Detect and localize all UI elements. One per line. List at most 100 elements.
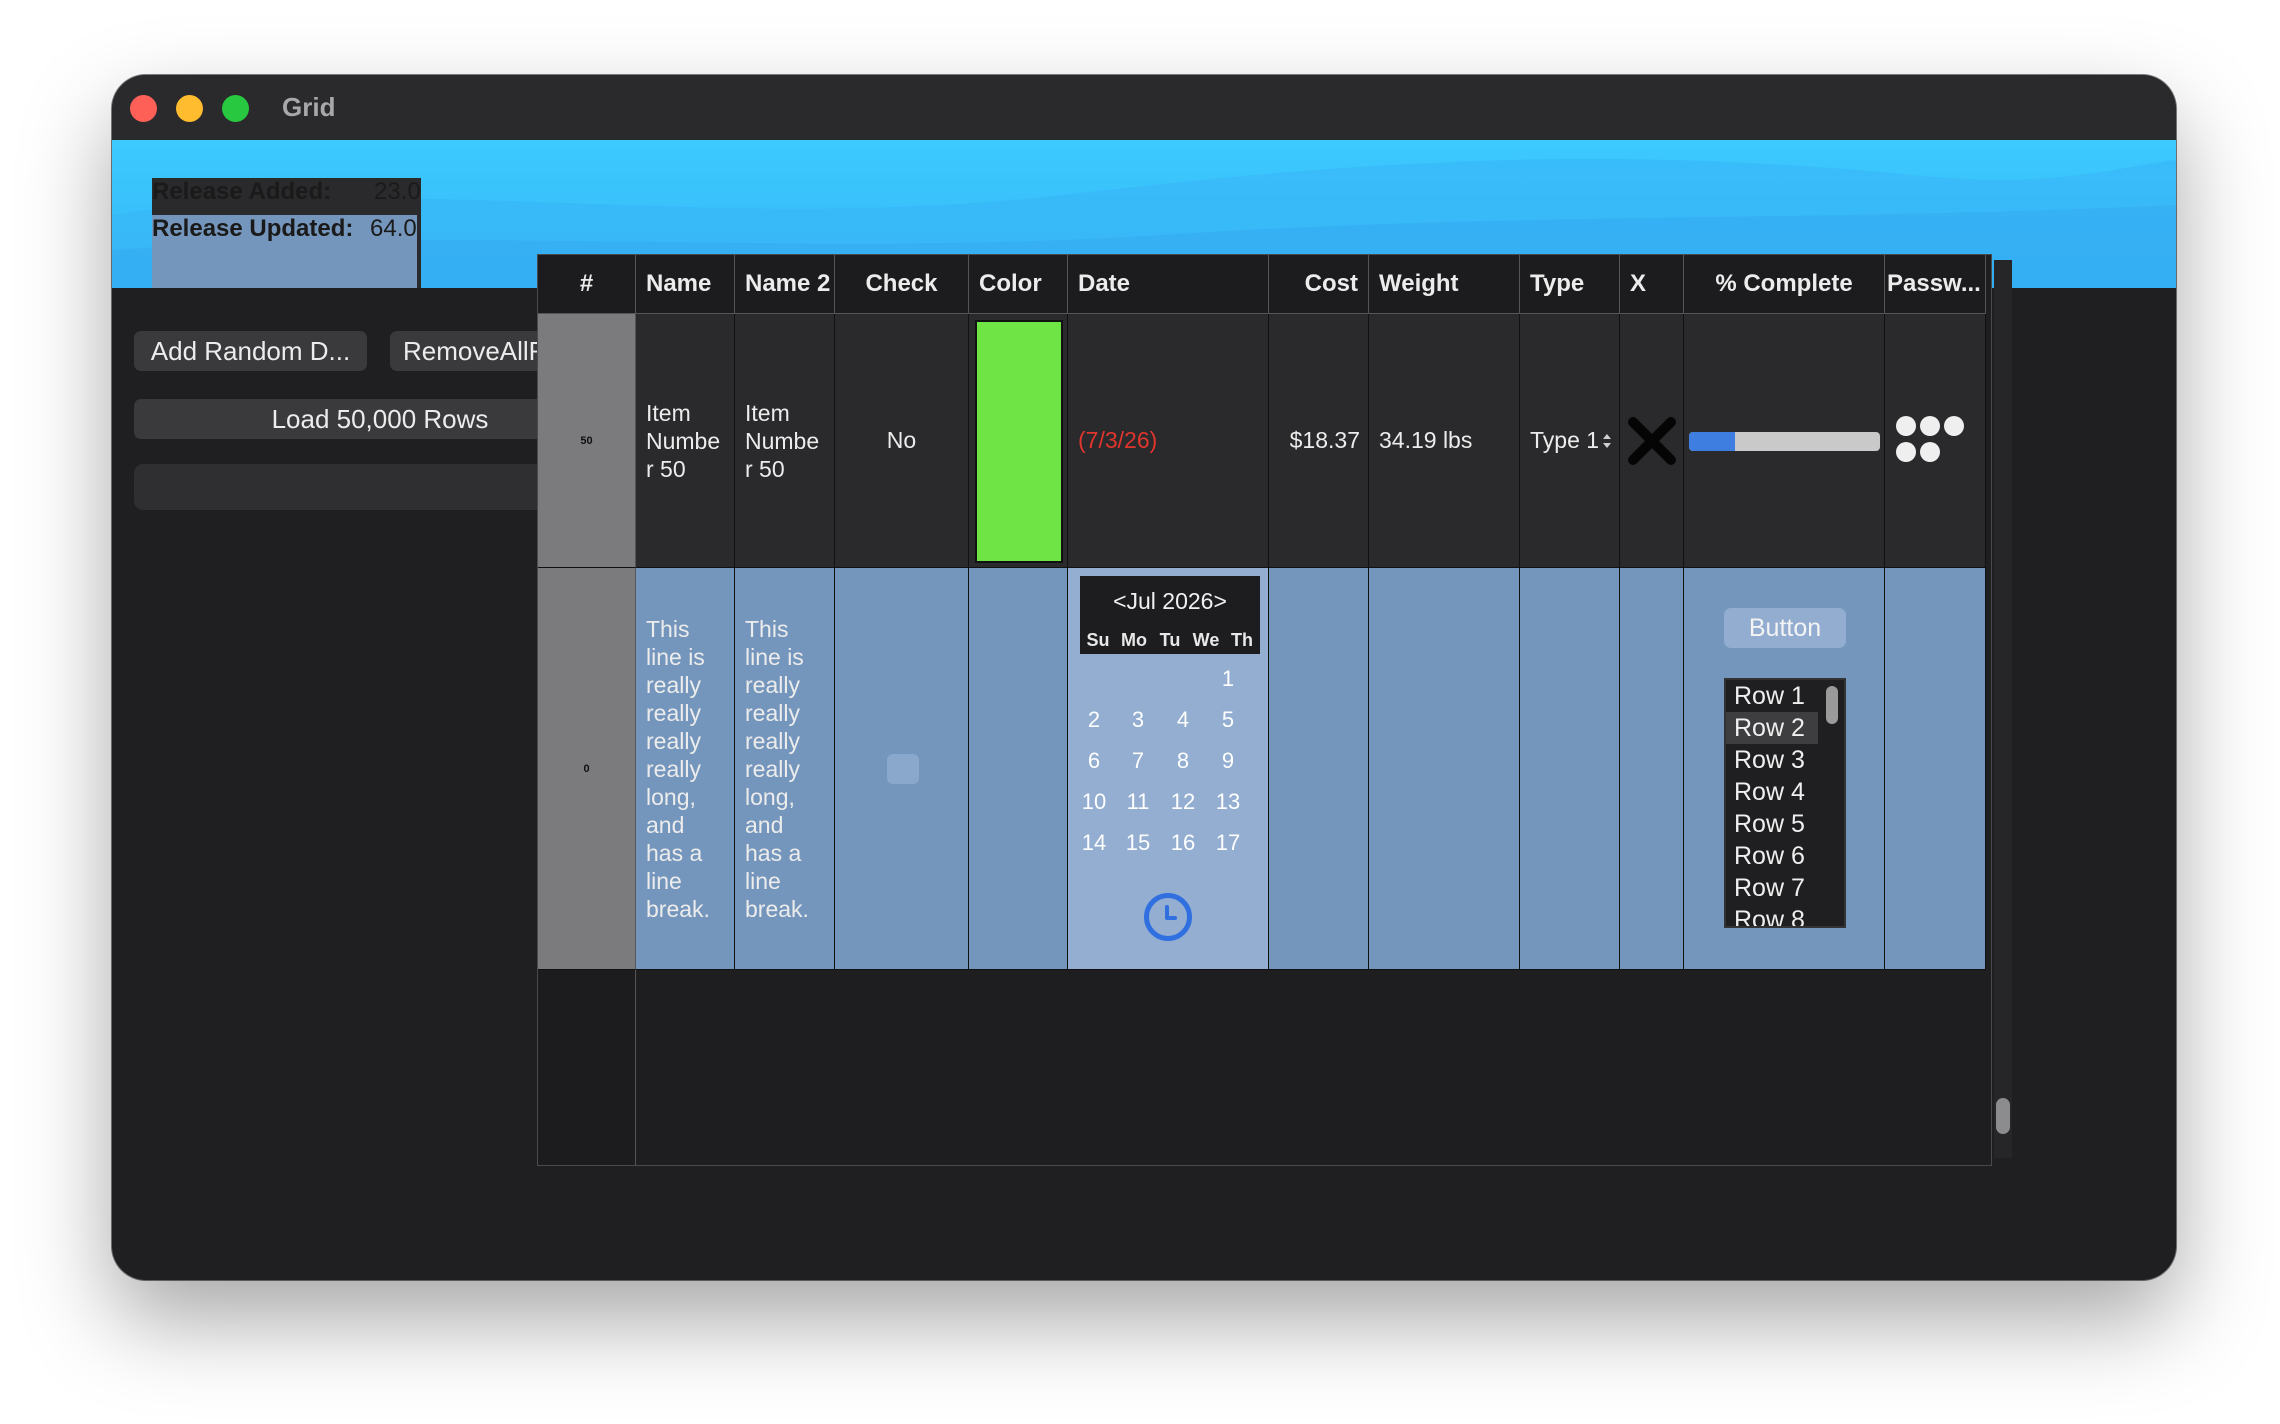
column-header-color[interactable]: Color [969,255,1068,314]
cell-date-editor[interactable]: < Jul 2026 > Su Mo Tu We Th 1 2 3 4 5 6 … [1068,568,1269,970]
cell-cost[interactable]: $18.37 [1269,314,1369,568]
column-header-x[interactable]: X [1620,255,1684,314]
list-item[interactable]: Row 3 [1726,744,1818,776]
list-item[interactable]: Row 8 [1726,904,1818,926]
clock-icon[interactable] [1144,893,1192,941]
add-random-data-button[interactable]: Add Random D... [134,331,367,371]
weekday-label: Mo [1121,629,1147,650]
release-updated-value: 64.0 [370,215,417,242]
cell-name[interactable]: Item Numbe r 50 [636,314,735,568]
column-header-type[interactable]: Type [1520,255,1620,314]
list-item[interactable]: Row 1 [1726,680,1818,712]
cell-cost-empty[interactable] [1269,568,1369,970]
cell-name-long-text: This line is really really really really… [646,615,710,922]
release-added-label: Release Added: [152,178,332,205]
row-header-0[interactable]: 0 [538,568,636,970]
calendar-day[interactable]: 7 [1116,748,1160,774]
cell-date[interactable]: (7/3/26) [1068,314,1269,568]
column-header-check[interactable]: Check [835,255,969,314]
row-listbox[interactable]: Row 1 Row 2 Row 3 Row 4 Row 5 Row 6 Row … [1724,678,1846,928]
cell-type-empty[interactable] [1520,568,1620,970]
calendar-day[interactable]: 1 [1206,666,1250,692]
list-item[interactable]: Row 6 [1726,840,1818,872]
release-updated-row: Release Updated: 64.0 [152,215,417,288]
weekday-label: We [1192,629,1220,650]
stepper-arrows-icon [1603,433,1612,448]
column-header-name[interactable]: Name [636,255,735,314]
cell-check[interactable]: No [835,314,969,568]
grid-scrollbar-thumb[interactable] [1996,1098,2010,1134]
calendar-day[interactable]: 6 [1072,748,1116,774]
data-grid: # Name Name 2 Check Color Date Cost Weig… [537,254,1992,1166]
list-item-selected[interactable]: Row 2 [1726,712,1818,744]
close-window-button[interactable] [130,95,157,122]
cell-password-empty[interactable] [1885,568,1986,970]
date-value: (7/3/26) [1078,427,1158,453]
calendar-day[interactable]: 16 [1161,830,1205,856]
row-header-gutter [538,970,636,1165]
calendar-day[interactable]: 8 [1161,748,1205,774]
zoom-window-button[interactable] [222,95,249,122]
cell-name-text: Item Numbe r 50 [646,399,721,482]
calendar-day[interactable]: 3 [1116,707,1160,733]
password-dots-icon [1896,416,1964,462]
calendar-day[interactable]: 13 [1206,789,1250,815]
calendar-day[interactable]: 2 [1072,707,1116,733]
minimize-window-button[interactable] [176,95,203,122]
cell-x-empty[interactable] [1620,568,1684,970]
listbox-scrollbar-thumb[interactable] [1826,686,1838,724]
list-item[interactable]: Row 7 [1726,872,1818,904]
release-added-value: 23.0 [374,178,421,205]
title-bar: Grid [112,75,2176,140]
calendar-day[interactable]: 15 [1116,830,1160,856]
column-header-weight[interactable]: Weight [1369,255,1520,314]
cell-weight[interactable]: 34.19 lbs [1369,314,1520,568]
grid-vertical-scrollbar[interactable] [1994,260,2012,1158]
calendar-next-button[interactable]: > [1213,588,1226,615]
cell-check-editor[interactable] [835,568,969,970]
weekday-label: Su [1086,629,1110,650]
cell-name2[interactable]: Item Numbe r 50 [735,314,835,568]
calendar-header: < Jul 2026 > [1080,576,1260,626]
column-header-date[interactable]: Date [1068,255,1269,314]
calendar-day[interactable]: 14 [1072,830,1116,856]
type-value: Type 1 [1530,427,1600,453]
list-item[interactable]: Row 4 [1726,776,1818,808]
cell-name-long[interactable]: This line is really really really really… [636,568,735,970]
list-item[interactable]: Row 5 [1726,808,1818,840]
cell-name2-text: Item Numbe r 50 [745,399,820,482]
calendar-day[interactable]: 17 [1206,830,1250,856]
column-header-cost[interactable]: Cost [1269,255,1369,314]
calendar-day[interactable]: 4 [1161,707,1205,733]
calendar-day[interactable]: 12 [1161,789,1205,815]
release-updated-label: Release Updated: [152,215,354,242]
calendar-weekdays: Su Mo Tu We Th [1080,626,1260,654]
cell-x[interactable] [1620,314,1684,568]
calendar-day[interactable]: 5 [1206,707,1250,733]
column-header-percent-complete[interactable]: % Complete [1684,255,1885,314]
color-swatch [975,320,1063,563]
cell-type[interactable]: Type 1 [1520,314,1620,568]
cell-percent-complete[interactable] [1684,314,1885,568]
cell-password[interactable] [1885,314,1986,568]
cell-name2-long[interactable]: This line is really really really really… [735,568,835,970]
cell-name2-long-text: This line is really really really really… [745,615,809,922]
cell-weight-empty[interactable] [1369,568,1520,970]
column-header-password[interactable]: Passw... [1885,255,1986,314]
row-header-50[interactable]: 50 [538,314,636,568]
column-header-name2[interactable]: Name 2 [735,255,835,314]
calendar-day[interactable]: 10 [1072,789,1116,815]
weekday-label: Th [1231,629,1253,650]
cell-color[interactable] [969,314,1068,568]
cell-controls[interactable]: Button Row 1 Row 2 Row 3 Row 4 Row 5 Row… [1684,568,1885,970]
calendar-day[interactable]: 11 [1116,789,1160,815]
calendar-day[interactable]: 9 [1206,748,1250,774]
check-toggle[interactable] [887,754,919,784]
window-title: Grid [282,92,336,122]
calendar-prev-button[interactable]: < [1113,588,1126,615]
cell-color-empty[interactable] [969,568,1068,970]
weekday-label: Tu [1159,629,1181,650]
cell-button[interactable]: Button [1724,608,1846,648]
column-header-number[interactable]: # [538,255,636,314]
calendar-month-label: Jul 2026 [1126,587,1214,614]
